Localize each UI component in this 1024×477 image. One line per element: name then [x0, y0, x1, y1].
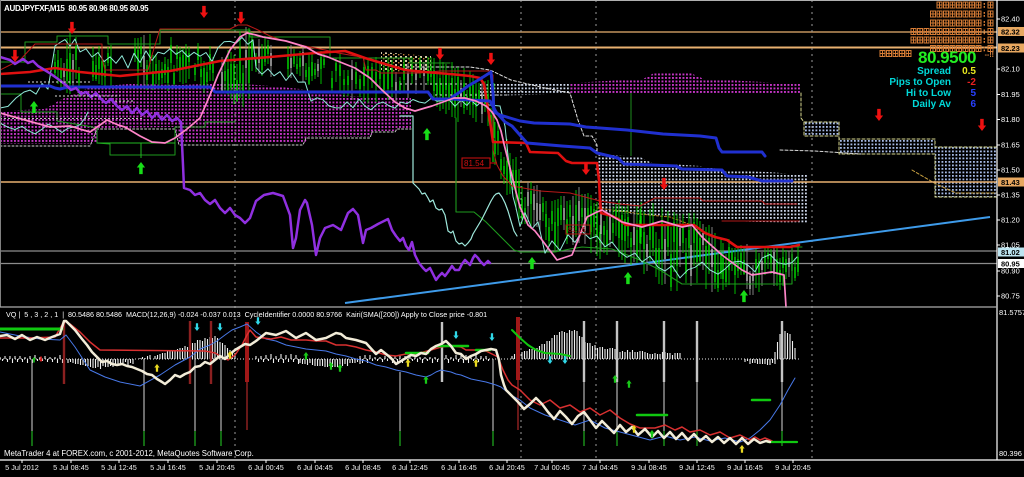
svg-text:81.5757: 81.5757 [999, 308, 1024, 317]
svg-text:81.20: 81.20 [1001, 216, 1020, 225]
svg-text:Daily Av: Daily Av [912, 99, 951, 110]
svg-text:5 Jul 2012: 5 Jul 2012 [5, 463, 39, 472]
svg-text:5: 5 [970, 88, 976, 99]
svg-text:Spread: Spread [917, 66, 951, 77]
svg-text:6: 6 [970, 99, 976, 110]
svg-text:6 Jul 00:45: 6 Jul 00:45 [248, 463, 284, 472]
svg-text:9 Jul 12:45: 9 Jul 12:45 [679, 463, 715, 472]
svg-text:81.50: 81.50 [1001, 166, 1020, 175]
svg-text:82.10: 82.10 [1001, 65, 1020, 74]
svg-text:81.02: 81.02 [1001, 248, 1020, 257]
svg-text:5 Jul 12:45: 5 Jul 12:45 [101, 463, 137, 472]
svg-text:81.54: 81.54 [464, 159, 485, 168]
svg-text:VQ | 5 , 3 , 2 , 1 | 80.548: VQ | 5 , 3 , 2 , 1 | 80.5486 80.5486 MAC… [6, 310, 487, 319]
svg-text:81.35: 81.35 [1001, 191, 1020, 200]
svg-text:81.95: 81.95 [1001, 90, 1020, 99]
svg-text:7 Jul 04:45: 7 Jul 04:45 [582, 463, 618, 472]
svg-text:5 Jul 20:45: 5 Jul 20:45 [199, 463, 235, 472]
svg-text:Hi to Low: Hi to Low [906, 88, 951, 99]
svg-text:9 Jul 08:45: 9 Jul 08:45 [631, 463, 667, 472]
svg-text:MetaTrader 4 at FOREX.com, c 2: MetaTrader 4 at FOREX.com, c 2001-2012, … [4, 449, 254, 458]
svg-text:AUDJPYFXF,M15 80.95 80.96 80.: AUDJPYFXF,M15 80.95 80.96 80.95 80.95 [4, 4, 149, 13]
svg-text:9 Jul 16:45: 9 Jul 16:45 [727, 463, 763, 472]
svg-text:5 Jul 16:45: 5 Jul 16:45 [150, 463, 186, 472]
svg-text:-2: -2 [967, 77, 976, 88]
svg-text:82.23: 82.23 [1001, 44, 1020, 53]
svg-text:6 Jul 08:45: 6 Jul 08:45 [345, 463, 381, 472]
svg-text:7 Jul 00:45: 7 Jul 00:45 [534, 463, 570, 472]
svg-text:80.95: 80.95 [1001, 260, 1020, 269]
svg-text:81.16: 81.16 [568, 227, 586, 234]
svg-text:0.5: 0.5 [962, 66, 976, 77]
svg-text:6 Jul 04:45: 6 Jul 04:45 [297, 463, 333, 472]
svg-text:80.9500: 80.9500 [918, 48, 976, 67]
svg-text:81.43: 81.43 [1001, 178, 1020, 187]
svg-text:9 Jul 20:45: 9 Jul 20:45 [775, 463, 811, 472]
svg-text:81.80: 81.80 [1001, 115, 1020, 124]
svg-text:80.75: 80.75 [1001, 292, 1020, 301]
svg-text:6 Jul 20:45: 6 Jul 20:45 [489, 463, 525, 472]
svg-text:81.65: 81.65 [1001, 141, 1020, 150]
svg-text:6 Jul 12:45: 6 Jul 12:45 [392, 463, 428, 472]
svg-text:82.40: 82.40 [1001, 15, 1020, 24]
svg-text:Pips to Open: Pips to Open [889, 77, 951, 88]
svg-text:82.32: 82.32 [1001, 28, 1020, 37]
svg-text:--!!: --!! [985, 52, 994, 59]
svg-text:6 Jul 16:45: 6 Jul 16:45 [441, 463, 477, 472]
svg-text:5 Jul 08:45: 5 Jul 08:45 [53, 463, 89, 472]
svg-text:80.396: 80.396 [999, 449, 1022, 458]
